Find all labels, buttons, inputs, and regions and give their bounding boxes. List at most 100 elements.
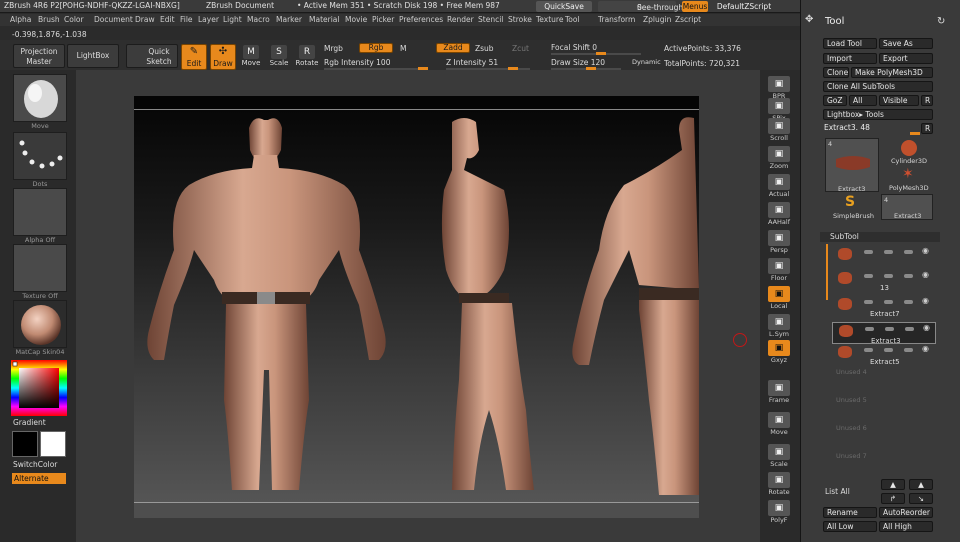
switchcolor-button[interactable]: SwitchColor (13, 460, 67, 469)
subtool-toggle[interactable] (884, 348, 893, 352)
goz-r-button[interactable]: R (921, 95, 933, 106)
floor-button[interactable]: ▣ Floor (765, 258, 793, 282)
draw-button[interactable]: ✣ Draw (210, 44, 236, 70)
menu-texture[interactable]: Texture (536, 15, 563, 24)
dynamic-button[interactable]: Dynamic (632, 58, 661, 66)
draw-size-slider[interactable]: Draw Size 120 (551, 58, 605, 67)
projection-master-button[interactable]: Projection Master (13, 44, 65, 68)
lightbox-tools-button[interactable]: Lightbox▸ Tools (823, 109, 933, 120)
subtool-toggle[interactable] (864, 274, 873, 278)
subtool-toggle[interactable] (864, 348, 873, 352)
menu-brush[interactable]: Brush (38, 15, 60, 24)
subtool-toggle[interactable] (904, 274, 913, 278)
menu-light[interactable]: Light (223, 15, 242, 24)
m-button[interactable]: M (400, 44, 406, 53)
visibility-eye-icon[interactable]: ◉ (922, 270, 929, 279)
rgb-button[interactable]: Rgb (359, 43, 393, 53)
menu-preferences[interactable]: Preferences (399, 15, 443, 24)
refresh-icon[interactable]: ↻ (937, 16, 945, 27)
all-high-button[interactable]: All High (879, 521, 933, 532)
load-tool-button[interactable]: Load Tool (823, 38, 877, 49)
menu-macro[interactable]: Macro (247, 15, 270, 24)
menu-marker[interactable]: Marker (276, 15, 302, 24)
document-canvas[interactable] (134, 110, 699, 502)
subtool-toggle[interactable] (904, 348, 913, 352)
subtool-row[interactable]: ◉ Extract3 (832, 322, 936, 345)
actual-button[interactable]: ▣ Actual (765, 174, 793, 198)
menu-render[interactable]: Render (447, 15, 474, 24)
menu-movie[interactable]: Movie (345, 15, 367, 24)
menu-tool[interactable]: Tool (565, 15, 580, 24)
texture-selector[interactable] (13, 244, 67, 292)
rename-button[interactable]: Rename (823, 507, 877, 518)
clone-button[interactable]: Clone (823, 67, 849, 78)
frame-button[interactable]: ▣ Frame (765, 380, 793, 404)
menu-picker[interactable]: Picker (372, 15, 394, 24)
zsub-button[interactable]: Zsub (475, 44, 494, 53)
aahalf-button[interactable]: ▣ AAHalf (765, 202, 793, 226)
default-zscript-button[interactable]: DefaultZScript (712, 1, 776, 12)
menu-alpha[interactable]: Alpha (10, 15, 31, 24)
subtool-row[interactable]: ◉ Extract5 (832, 344, 936, 366)
local-button[interactable]: ▣ Local (765, 286, 793, 310)
quick-sketch-button[interactable]: Quick Sketch (126, 44, 178, 68)
move-button[interactable]: M Move (238, 44, 264, 68)
current-tool-handle[interactable] (910, 132, 920, 135)
goz-button[interactable]: GoZ (823, 95, 847, 106)
rgb-intensity-slider[interactable]: Rgb Intensity 100 (324, 58, 390, 67)
export-button[interactable]: Export (879, 53, 933, 64)
subtool-toggle[interactable] (905, 327, 914, 331)
subtool-row[interactable]: ◉ Extract7 (832, 296, 936, 318)
autoreorder-button[interactable]: AutoReorder (879, 507, 933, 518)
zoom-button[interactable]: ▣ Zoom (765, 146, 793, 170)
tool-thumb-cylinder3d[interactable]: Cylinder3D (885, 138, 933, 166)
save-as-button[interactable]: Save As (879, 38, 933, 49)
move-up-button[interactable]: ▲ (881, 479, 905, 490)
visibility-eye-icon[interactable]: ◉ (923, 323, 930, 332)
goz-all-button[interactable]: All (849, 95, 877, 106)
move-up-alt-button[interactable]: ▲ (909, 479, 933, 490)
see-through-slider[interactable]: See-through 0 (598, 1, 683, 12)
rotate-button[interactable]: ▣ Rotate (765, 472, 793, 496)
menu-layer[interactable]: Layer (198, 15, 219, 24)
visibility-eye-icon[interactable]: ◉ (922, 296, 929, 305)
menu-material[interactable]: Material (309, 15, 339, 24)
focal-shift-handle[interactable] (596, 52, 606, 55)
mrgb-button[interactable]: Mrgb (324, 44, 343, 53)
alpha-selector[interactable] (13, 188, 67, 236)
goz-visible-button[interactable]: Visible (879, 95, 919, 106)
menu-edit[interactable]: Edit (160, 15, 175, 24)
subtool-toggle[interactable] (865, 327, 874, 331)
visibility-eye-icon[interactable]: ◉ (922, 344, 929, 353)
polyf-button[interactable]: ▣ PolyF (765, 500, 793, 524)
lightbox-button[interactable]: LightBox (67, 44, 119, 68)
persp-button[interactable]: ▣ Persp (765, 230, 793, 254)
tool-thumb-simplebrush[interactable]: S SimpleBrush (825, 194, 879, 220)
visibility-eye-icon[interactable]: ◉ (922, 246, 929, 255)
zcut-button[interactable]: Zcut (512, 44, 529, 53)
move-button[interactable]: ▣ Move (765, 412, 793, 436)
tool-thumb-polymesh3d[interactable]: ✶ PolyMesh3D (885, 166, 933, 192)
current-tool-slider[interactable]: Extract3. 48 (824, 123, 870, 132)
subtool-toggle[interactable] (884, 250, 893, 254)
gxyz-button[interactable]: ▣ Gxyz (765, 340, 793, 364)
l-sym-button[interactable]: ▣ L.Sym (765, 314, 793, 338)
brush-selector[interactable] (13, 74, 67, 122)
secondary-color-swatch[interactable] (40, 431, 66, 457)
move-right-button[interactable]: ↱ (881, 493, 905, 504)
bpr-button[interactable]: ▣ BPR (765, 76, 793, 100)
stroke-selector[interactable] (13, 132, 67, 180)
zadd-button[interactable]: Zadd (436, 43, 470, 53)
scale-button[interactable]: ▣ Scale (765, 444, 793, 468)
edit-button[interactable]: ✎ Edit (181, 44, 207, 70)
focal-shift-slider[interactable]: Focal Shift 0 (551, 43, 597, 52)
subtool-toggle[interactable] (885, 327, 894, 331)
list-all-button[interactable]: List All (825, 487, 850, 496)
subtool-row[interactable]: ◉ 13 (832, 270, 936, 292)
menu-draw[interactable]: Draw (135, 15, 155, 24)
scale-button[interactable]: S Scale (266, 44, 292, 68)
color-picker[interactable] (11, 360, 67, 416)
subtool-row[interactable]: ◉ (832, 246, 936, 268)
all-low-button[interactable]: All Low (823, 521, 877, 532)
menus-button[interactable]: Menus (682, 1, 708, 12)
